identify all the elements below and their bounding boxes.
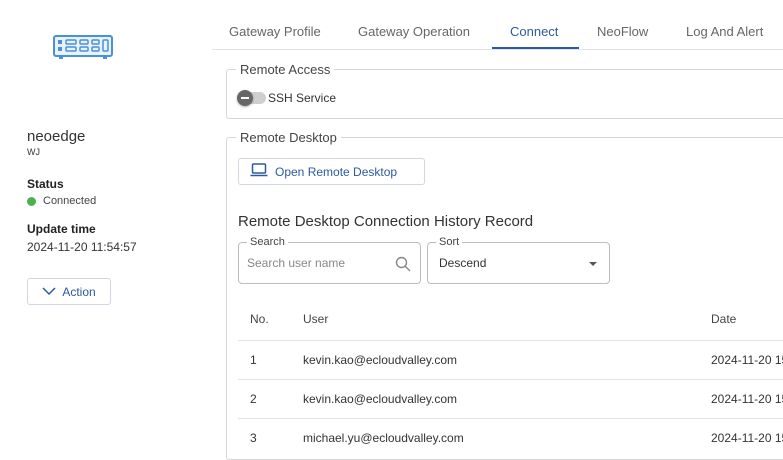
search-field: Search: [238, 236, 421, 284]
row-no: 3: [250, 431, 257, 445]
tab-gateway-operation[interactable]: Gateway Operation: [358, 24, 470, 39]
table-row: 3 michael.yu@ecloudvalley.com 2024-11-20…: [238, 418, 783, 457]
ssh-service-label: SSH Service: [268, 91, 337, 105]
caret-down-icon: [589, 262, 597, 266]
sort-select[interactable]: Sort Descend: [427, 236, 610, 284]
row-user: kevin.kao@ecloudvalley.com: [303, 392, 458, 406]
search-field-label: Search: [247, 236, 288, 248]
tab-gateway-profile[interactable]: Gateway Profile: [229, 24, 321, 39]
status-indicator: Connected: [27, 195, 96, 207]
tab-neoflow[interactable]: NeoFlow: [597, 24, 648, 39]
action-button-label: Action: [62, 284, 96, 299]
sort-selected-value: Descend: [439, 256, 487, 270]
remote-access-title: Remote Access: [240, 62, 331, 77]
remote-desktop-title: Remote Desktop: [240, 130, 337, 145]
table-row: 2 kevin.kao@ecloudvalley.com 2024-11-20 …: [238, 379, 783, 418]
open-remote-desktop-button[interactable]: Open Remote Desktop: [238, 158, 425, 185]
row-date: 2024-11-20 15: [711, 392, 783, 406]
gateway-device-icon: [53, 34, 113, 65]
column-header-no: No.: [250, 312, 269, 326]
device-sidebar: neoedge WJ Status Connected Update time …: [0, 0, 210, 447]
status-label: Status: [27, 177, 64, 191]
column-header-date: Date: [711, 312, 737, 326]
row-no: 1: [250, 353, 257, 367]
device-name: neoedge: [27, 128, 86, 145]
ssh-service-toggle[interactable]: [237, 90, 266, 106]
row-user: michael.yu@ecloudvalley.com: [303, 431, 464, 445]
update-time-label: Update time: [27, 222, 96, 236]
status-dot-icon: [27, 196, 36, 206]
row-user: kevin.kao@ecloudvalley.com: [303, 353, 458, 367]
open-remote-desktop-label: Open Remote Desktop: [275, 164, 398, 179]
search-input[interactable]: [247, 254, 387, 272]
toggle-knob-icon: [237, 90, 253, 106]
chevron-down-icon: [42, 285, 56, 299]
device-subtitle: WJ: [27, 147, 40, 157]
tab-log-and-alert[interactable]: Log And Alert: [686, 24, 763, 39]
active-tab-indicator: [492, 47, 579, 49]
row-date: 2024-11-20 15: [711, 431, 783, 445]
laptop-icon: [250, 163, 268, 180]
sort-field-label: Sort: [436, 236, 463, 248]
status-value: Connected: [43, 195, 97, 207]
table-row: 1 kevin.kao@ecloudvalley.com 2024-11-20 …: [238, 340, 783, 379]
history-record-title: Remote Desktop Connection History Record: [238, 213, 534, 230]
search-icon[interactable]: [395, 256, 411, 277]
action-button[interactable]: Action: [27, 278, 111, 305]
column-header-user: User: [303, 312, 329, 326]
row-no: 2: [250, 392, 257, 406]
tab-connect[interactable]: Connect: [510, 24, 558, 39]
update-time-value: 2024-11-20 11:54:57: [27, 240, 137, 254]
tab-bar: Gateway Profile Gateway Operation Connec…: [212, 0, 783, 50]
row-date: 2024-11-20 15: [711, 353, 783, 367]
